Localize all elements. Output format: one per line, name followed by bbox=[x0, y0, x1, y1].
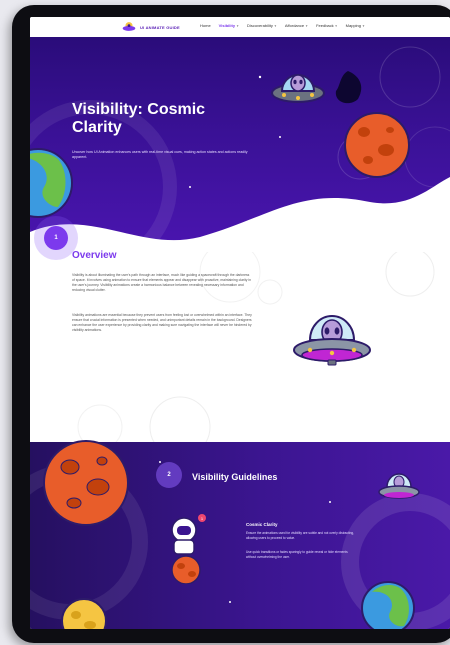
site-logo[interactable]: UI ANIMATE GUIDE bbox=[122, 20, 180, 34]
notification-badge: 1 bbox=[198, 514, 206, 522]
chevron-down-icon: ▼ bbox=[236, 23, 240, 28]
planet-orange-large-icon bbox=[43, 440, 129, 526]
nav-visibility[interactable]: Visibility ▼ bbox=[219, 23, 239, 28]
hero-section: Visibility: Cosmic Clarity Uncover how U… bbox=[30, 37, 450, 252]
screen: UI ANIMATE GUIDE Home Visibility ▼ Discov… bbox=[30, 17, 450, 629]
guideline-card-text-1: Ensure the animations used for visibilit… bbox=[246, 531, 355, 540]
step-number: 2 bbox=[167, 472, 171, 478]
overview-title: Overview bbox=[72, 250, 117, 261]
hero-subtitle: Uncover how UI Animation enhances users … bbox=[72, 150, 248, 159]
chevron-down-icon: ▼ bbox=[334, 23, 338, 28]
guideline-card-title: Cosmic Clarity bbox=[246, 522, 278, 527]
planet-earth-small-icon bbox=[361, 581, 415, 629]
hero-title: Visibility: Cosmic Clarity bbox=[72, 101, 206, 136]
logo-text: UI ANIMATE GUIDE bbox=[140, 24, 180, 30]
dark-blob-decoration bbox=[335, 71, 362, 104]
guidelines-title: Visibility Guidelines bbox=[192, 472, 278, 482]
planet-orange-icon bbox=[344, 112, 410, 178]
guideline-card-text-2: Use quick transitions or fades sparingly… bbox=[246, 550, 348, 559]
ufo-alien-icon bbox=[271, 74, 325, 103]
planet-yellow-icon bbox=[61, 598, 107, 629]
main-nav: Home Visibility ▼ Discoverability ▼ Afford… bbox=[200, 23, 365, 28]
chevron-down-icon: ▼ bbox=[362, 23, 365, 28]
site-header: UI ANIMATE GUIDE Home Visibility ▼ Discov… bbox=[30, 17, 450, 37]
chevron-down-icon: ▼ bbox=[273, 23, 277, 28]
nav-discoverability[interactable]: Discoverability ▼ bbox=[247, 23, 277, 28]
nav-affordance[interactable]: Affordance ▼ bbox=[285, 23, 308, 28]
overview-paragraph-1: Visibility is about illuminating the use… bbox=[72, 273, 252, 292]
nav-feedback[interactable]: Feedback ▼ bbox=[316, 23, 338, 28]
step-number: 1 bbox=[44, 226, 68, 250]
chevron-down-icon: ▼ bbox=[305, 23, 309, 28]
nav-mapping[interactable]: Mapping ▼ bbox=[346, 23, 365, 28]
astronaut-icon bbox=[171, 517, 201, 584]
ufo-alien-large-icon bbox=[293, 315, 371, 366]
ufo-logo-icon bbox=[122, 22, 136, 31]
ufo-alien-small-icon bbox=[378, 473, 420, 499]
overview-paragraph-2: Visibility animations are essential beca… bbox=[72, 313, 252, 332]
planet-earth-icon bbox=[30, 148, 73, 218]
step-1-indicator: 1 bbox=[34, 216, 78, 260]
nav-home[interactable]: Home bbox=[200, 23, 211, 28]
step-2-indicator: 2 bbox=[156, 462, 182, 488]
